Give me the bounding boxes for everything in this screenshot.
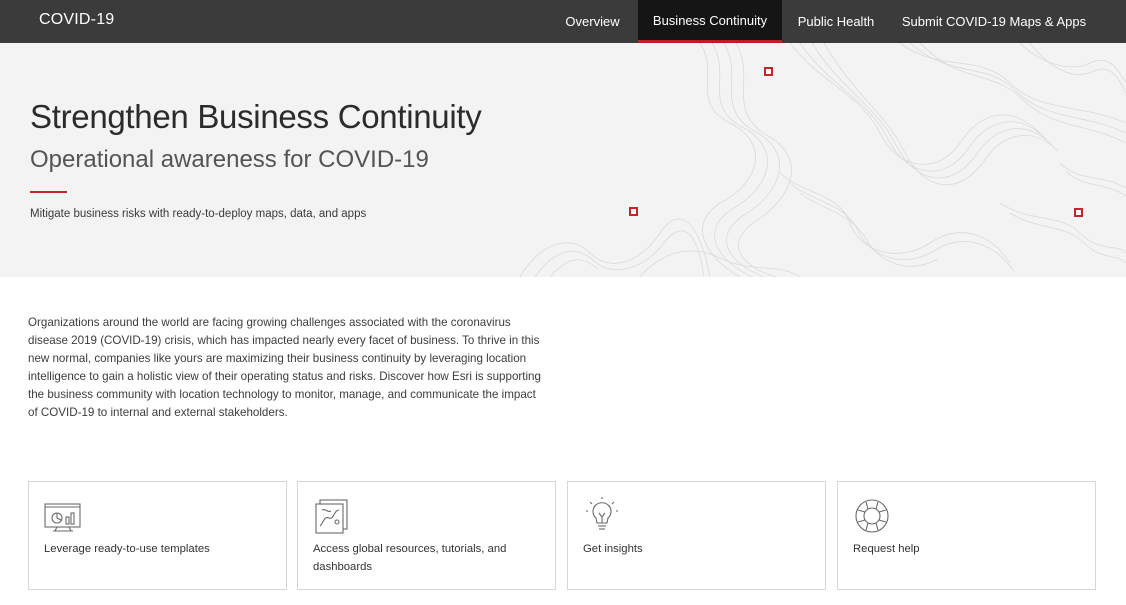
- card-insights-label: Get insights: [583, 543, 643, 555]
- map-document-icon: [315, 499, 348, 534]
- top-nav: COVID-19 Overview Business Continuity Pu…: [0, 0, 1126, 43]
- card-request-help[interactable]: Request help: [837, 481, 1096, 590]
- nav-overview[interactable]: Overview: [547, 0, 638, 43]
- card-resources-label: Access global resources, tutorials, and …: [313, 543, 507, 573]
- intro-paragraph: Organizations around the world are facin…: [28, 316, 541, 419]
- card-resources[interactable]: Access global resources, tutorials, and …: [297, 481, 556, 590]
- hero-banner: Strengthen Business Continuity Operation…: [0, 43, 1126, 277]
- card-insights[interactable]: Get insights: [567, 481, 826, 590]
- dashboard-monitor-icon: [44, 503, 81, 532]
- nav-public-health[interactable]: Public Health: [782, 0, 890, 43]
- card-request-help-label: Request help: [853, 543, 920, 555]
- accent-divider: [30, 191, 67, 193]
- lightbulb-icon: [586, 497, 618, 530]
- card-templates-label: Leverage ready-to-use templates: [44, 543, 210, 555]
- nav-menu: Overview Business Continuity Public Heal…: [547, 0, 1126, 43]
- nav-submit-maps-apps[interactable]: Submit COVID-19 Maps & Apps: [890, 0, 1098, 43]
- nav-business-continuity[interactable]: Business Continuity: [638, 0, 782, 43]
- hero-tagline: Mitigate business risks with ready-to-de…: [30, 208, 367, 220]
- page-subtitle: Operational awareness for COVID-19: [30, 146, 429, 173]
- card-templates[interactable]: Leverage ready-to-use templates: [28, 481, 287, 590]
- page-title: Strengthen Business Continuity: [30, 98, 482, 135]
- lifebuoy-icon: [855, 499, 889, 533]
- site-brand[interactable]: COVID-19: [39, 11, 114, 29]
